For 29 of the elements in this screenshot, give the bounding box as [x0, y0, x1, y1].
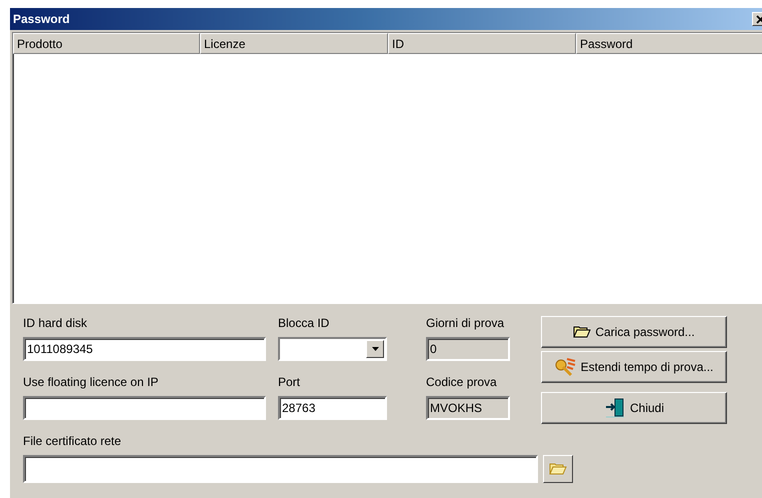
input-field[interactable]	[23, 396, 266, 420]
folder-icon	[549, 462, 567, 476]
dialog-button[interactable]: Estendi tempo di prova...	[541, 351, 727, 383]
dropdown-button[interactable]	[366, 340, 384, 358]
dialog-button[interactable]: Carica password...	[541, 316, 727, 348]
input-field[interactable]: MVOKHS	[426, 396, 510, 420]
input-field[interactable]	[23, 455, 538, 483]
field-label: Giorni di prova	[426, 316, 506, 330]
field-label: ID hard disk	[23, 316, 88, 330]
column-header[interactable]: ID	[388, 33, 576, 54]
dialog-button[interactable]: Chiudi	[541, 392, 727, 424]
caret-icon	[372, 347, 378, 351]
close-icon	[756, 14, 762, 24]
field-label: Codice prova	[426, 375, 498, 389]
folder-icon	[573, 325, 592, 339]
browse-button[interactable]	[543, 455, 573, 483]
field-label: Blocca ID	[278, 316, 330, 330]
dropdown-field[interactable]	[278, 337, 387, 361]
column-header[interactable]: Licenze	[200, 33, 388, 54]
window-title: Password	[13, 12, 70, 26]
input-field[interactable]: 28763	[278, 396, 387, 420]
column-header[interactable]: Prodotto	[13, 33, 200, 54]
field-label: Use floating licence on IP	[23, 375, 160, 389]
exit-door-icon	[604, 398, 626, 418]
column-header[interactable]: Password	[576, 33, 762, 54]
field-label: Port	[278, 375, 302, 389]
input-field[interactable]: 0	[426, 337, 510, 361]
input-field[interactable]: 1011089345	[23, 337, 266, 361]
field-label: File certificato rete	[23, 434, 122, 448]
